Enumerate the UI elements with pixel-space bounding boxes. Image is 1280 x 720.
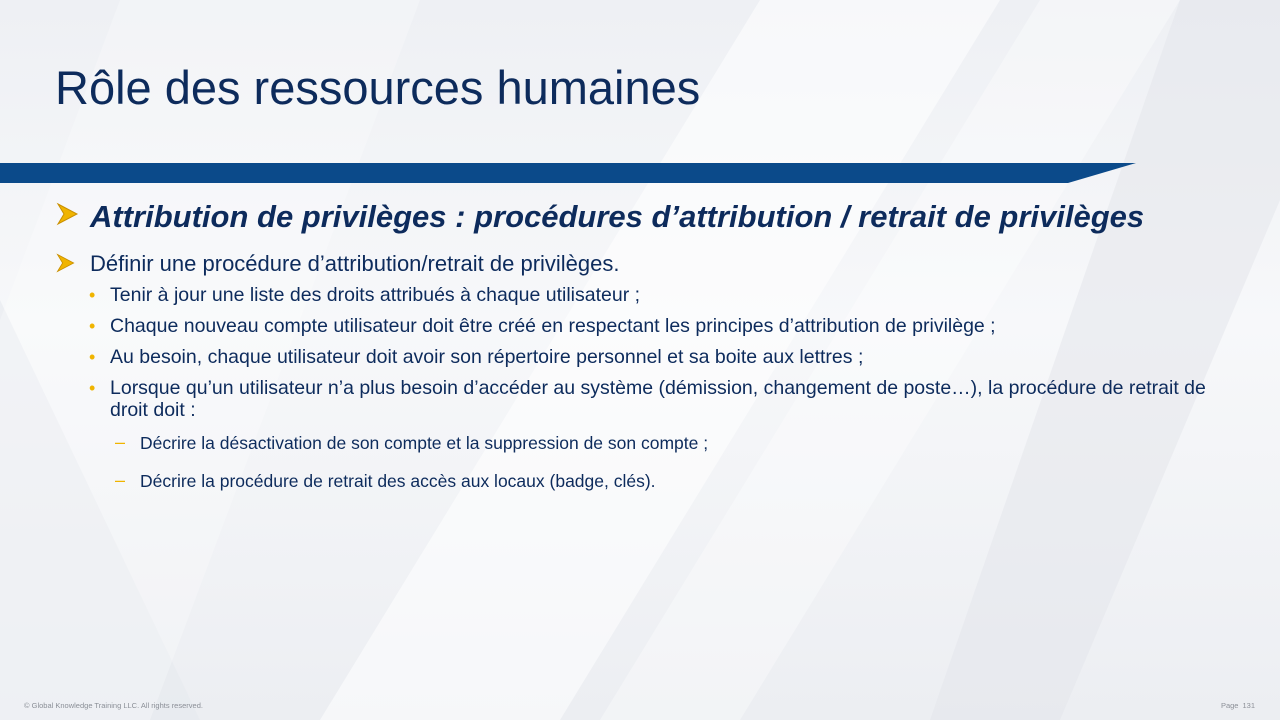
page-number: 131 <box>1242 701 1255 710</box>
sub-list-item-text: Décrire la désactivation de son compte e… <box>140 433 709 453</box>
dash-bullet-icon: – <box>115 470 126 490</box>
arrow-bullet-icon <box>56 253 75 273</box>
list-item: • Tenir à jour une liste des droits attr… <box>55 284 1230 306</box>
heading-bullet: Attribution de privilèges : procédures d… <box>55 198 1230 236</box>
footer-page-number: Page 131 <box>1217 701 1255 710</box>
dot-bullet-icon: • <box>89 347 96 367</box>
sub-heading-text: Définir une procédure d’attribution/retr… <box>90 251 620 276</box>
slide-title: Rôle des ressources humaines <box>55 61 701 114</box>
list-item-text: Lorsque qu’un utilisateur n’a plus besoi… <box>110 377 1206 421</box>
dash-bullet-icon: – <box>115 432 126 452</box>
list-item: • Chaque nouveau compte utilisateur doit… <box>55 315 1230 337</box>
list-item: • Lorsque qu’un utilisateur n’a plus bes… <box>55 377 1230 421</box>
list-item-text: Au besoin, chaque utilisateur doit avoir… <box>110 346 864 368</box>
page-label: Page <box>1220 701 1239 710</box>
dot-bullet-icon: • <box>89 378 96 398</box>
dot-bullet-icon: • <box>89 316 96 336</box>
footer-copyright: © Global Knowledge Training LLC. All rig… <box>24 701 203 710</box>
sub-list-item: – Décrire la procédure de retrait des ac… <box>55 470 1230 492</box>
list-item-text: Chaque nouveau compte utilisateur doit ê… <box>110 315 996 337</box>
sub-list-item: – Décrire la désactivation de son compte… <box>55 432 1230 454</box>
slide-content: Attribution de privilèges : procédures d… <box>55 198 1230 492</box>
list-item: • Au besoin, chaque utilisateur doit avo… <box>55 346 1230 368</box>
arrow-bullet-icon <box>56 202 79 226</box>
title-divider-bar <box>0 163 1136 183</box>
sub-list-item-text: Décrire la procédure de retrait des accè… <box>140 471 656 491</box>
sub-heading-bullet: Définir une procédure d’attribution/retr… <box>55 250 1230 278</box>
slide: Rôle des ressources humaines Attribution… <box>0 0 1280 720</box>
dot-bullet-icon: • <box>89 285 96 305</box>
heading-text: Attribution de privilèges : procédures d… <box>90 199 1145 234</box>
list-item-text: Tenir à jour une liste des droits attrib… <box>110 284 641 306</box>
